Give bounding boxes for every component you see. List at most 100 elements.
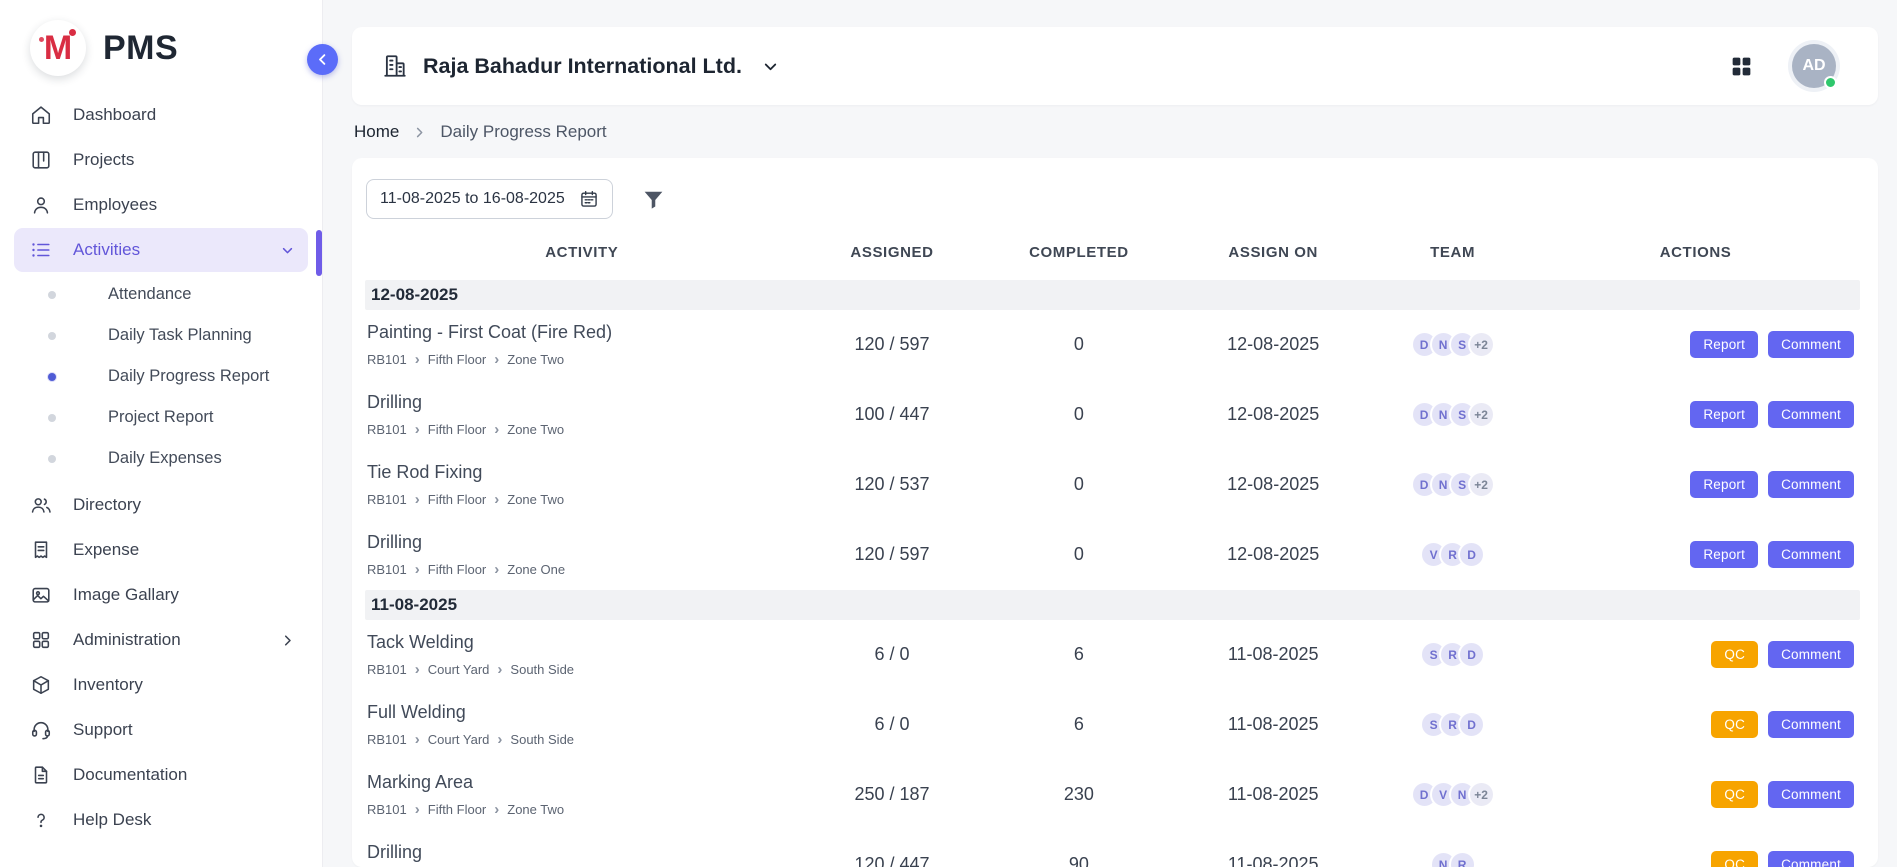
report-button[interactable]: Report — [1690, 541, 1758, 568]
filter-row: 11-08-2025 to 16-08-2025 — [366, 179, 1860, 219]
sidebar-item-projects[interactable]: Projects — [14, 138, 308, 182]
avatar-initials: AD — [1802, 57, 1825, 75]
path-segment: Zone Two — [507, 422, 564, 437]
assigned-value: 6 / 0 — [799, 690, 986, 760]
path-chevron-icon: › — [494, 352, 499, 367]
sidebar-item-label: Dashboard — [73, 105, 156, 125]
qc-button[interactable]: QC — [1711, 641, 1758, 668]
path-segment: Zone One — [507, 562, 565, 577]
activity-path: RB101›Fifth Floor›Zone Two — [367, 492, 793, 507]
completed-value: 0 — [985, 310, 1172, 380]
date-group-row: 11-08-2025 — [365, 590, 1860, 620]
comment-button[interactable]: Comment — [1768, 711, 1854, 738]
inventory-icon — [30, 674, 52, 696]
comment-button[interactable]: Comment — [1768, 781, 1854, 808]
user-avatar[interactable]: AD — [1792, 44, 1836, 88]
filter-funnel-icon[interactable] — [641, 187, 666, 212]
comment-button[interactable]: Comment — [1768, 471, 1854, 498]
sidebar-subitem-daily-progress-report[interactable]: Daily Progress Report — [14, 356, 308, 397]
path-chevron-icon: › — [415, 492, 420, 507]
comment-button[interactable]: Comment — [1768, 541, 1854, 568]
sidebar-subitem-daily-expenses[interactable]: Daily Expenses — [14, 438, 308, 479]
sidebar-item-support[interactable]: Support — [14, 708, 308, 752]
team-more-badge[interactable]: +2 — [1468, 401, 1495, 428]
comment-button[interactable]: Comment — [1768, 851, 1854, 867]
path-segment: RB101 — [367, 802, 407, 817]
sidebar-subitem-label: Daily Expenses — [108, 449, 222, 468]
activity-path: RB101 › Fifth Floor › Zone Two — [367, 422, 793, 437]
sidebar-item-help-desk[interactable]: Help Desk — [14, 798, 308, 842]
report-button[interactable]: Report — [1690, 401, 1758, 428]
completed-value: 90 — [985, 830, 1172, 867]
assigned-value: 100 / 447 — [799, 380, 986, 450]
team-avatar[interactable]: D — [1458, 541, 1485, 568]
team-avatar[interactable]: D — [1458, 641, 1485, 668]
support-icon — [30, 719, 52, 741]
completed-value: 0 — [985, 450, 1172, 520]
path-chevron-icon: › — [415, 662, 420, 677]
path-segment: RB101 — [367, 422, 407, 437]
team-avatars: SRD — [1380, 641, 1525, 668]
comment-button[interactable]: Comment — [1768, 401, 1854, 428]
completed-value: 6 — [985, 620, 1172, 690]
sidebar-item-inventory[interactable]: Inventory — [14, 663, 308, 707]
report-button[interactable]: Report — [1690, 471, 1758, 498]
report-button[interactable]: Report — [1690, 331, 1758, 358]
path-segment: South Side — [510, 662, 574, 677]
sidebar-item-administration[interactable]: Administration — [14, 618, 308, 662]
sidebar-item-label: Documentation — [73, 765, 187, 785]
sidebar-item-label: Projects — [73, 150, 134, 170]
sidebar-item-documentation[interactable]: Documentation — [14, 753, 308, 797]
path-segment: Zone Two — [507, 352, 564, 367]
activity-title: Marking Area — [367, 772, 793, 793]
path-segment: RB101 — [367, 662, 407, 677]
sidebar-item-dashboard[interactable]: Dashboard — [14, 93, 308, 137]
qc-button[interactable]: QC — [1711, 781, 1758, 808]
sidebar: M PMS DashboardProjectsEmployeesActiviti… — [0, 0, 323, 867]
qc-button[interactable]: QC — [1711, 711, 1758, 738]
date-range-input[interactable]: 11-08-2025 to 16-08-2025 — [366, 179, 613, 219]
path-segment: Fifth Floor — [428, 422, 487, 437]
path-chevron-icon: › — [494, 492, 499, 507]
bullet-dot-icon — [48, 332, 56, 340]
assign-on-value: 12-08-2025 — [1172, 450, 1374, 520]
activity-row: Painting - First Coat (Fire Red)RB101›Fi… — [365, 310, 1860, 380]
team-avatar[interactable]: D — [1458, 711, 1485, 738]
path-segment: RB101 — [367, 492, 407, 507]
sidebar-item-directory[interactable]: Directory — [14, 483, 308, 527]
sidebar-subitem-attendance[interactable]: Attendance — [14, 274, 308, 315]
assigned-value: 120 / 597 — [799, 310, 986, 380]
actions-cell: Report Comment — [1531, 380, 1860, 450]
team-avatars: NR — [1380, 851, 1525, 867]
assign-on-value: 11-08-2025 — [1172, 620, 1374, 690]
bullet-dot-icon — [48, 373, 56, 381]
column-header-team: TEAM — [1374, 229, 1531, 280]
qc-button[interactable]: QC — [1711, 851, 1758, 867]
company-selector[interactable]: Raja Bahadur International Ltd. — [382, 53, 780, 79]
team-more-badge[interactable]: +2 — [1468, 471, 1495, 498]
sidebar-item-employees[interactable]: Employees — [14, 183, 308, 227]
breadcrumb-home[interactable]: Home — [354, 122, 399, 142]
sidebar-item-image-gallary[interactable]: Image Gallary — [14, 573, 308, 617]
sidebar-subitem-project-report[interactable]: Project Report — [14, 397, 308, 438]
sidebar-collapse-button[interactable] — [307, 44, 338, 75]
sidebar-item-expense[interactable]: Expense — [14, 528, 308, 572]
team-more-badge[interactable]: +2 — [1468, 331, 1495, 358]
sidebar-subitem-daily-task-planning[interactable]: Daily Task Planning — [14, 315, 308, 356]
completed-value: 6 — [985, 690, 1172, 760]
comment-button[interactable]: Comment — [1768, 641, 1854, 668]
apps-grid-icon[interactable] — [1729, 54, 1754, 79]
sidebar-item-label: Employees — [73, 195, 157, 215]
sidebar-item-activities[interactable]: Activities — [14, 228, 308, 272]
path-chevron-icon: › — [415, 422, 420, 437]
sidebar-subitem-label: Daily Progress Report — [108, 367, 269, 386]
team-avatar[interactable]: R — [1449, 851, 1476, 867]
path-chevron-icon: › — [494, 422, 499, 437]
chevron-down-icon — [279, 242, 296, 259]
comment-button[interactable]: Comment — [1768, 331, 1854, 358]
team-more-badge[interactable]: +2 — [1468, 781, 1495, 808]
path-segment: Fifth Floor — [428, 492, 487, 507]
company-name: Raja Bahadur International Ltd. — [423, 54, 742, 79]
activity-path: RB101›Fifth Floor›Zone One — [367, 562, 793, 577]
activity-title: Drilling — [367, 392, 793, 413]
